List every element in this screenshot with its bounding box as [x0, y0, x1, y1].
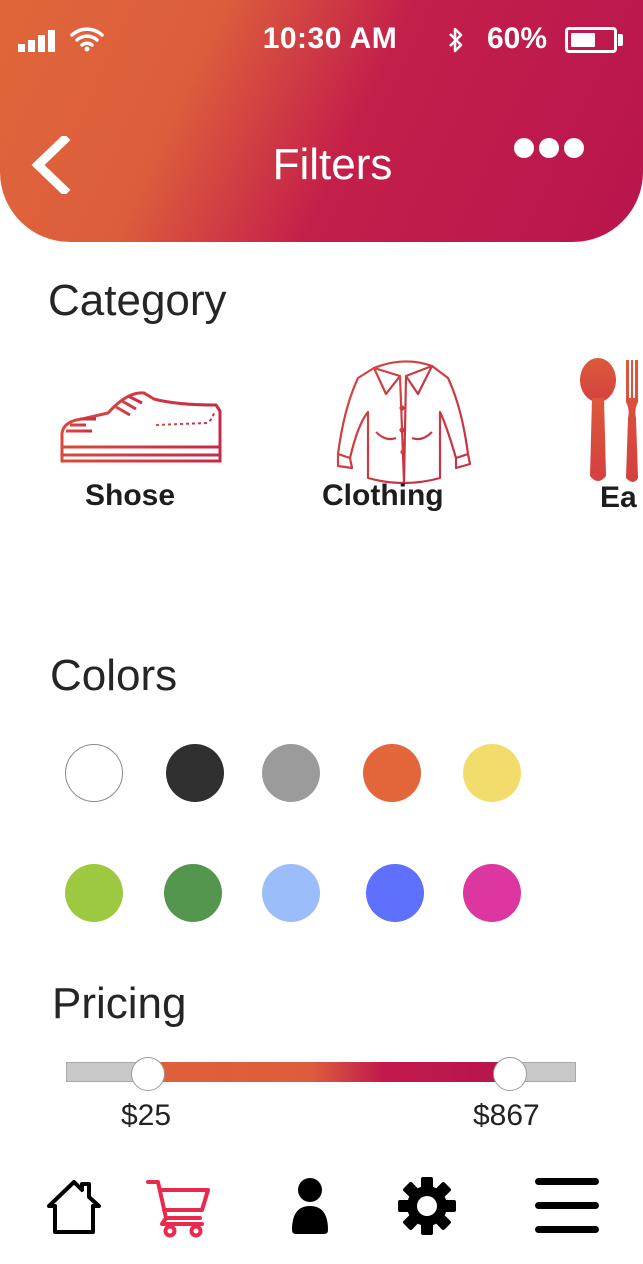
category-item-eat[interactable]: [578, 358, 643, 486]
category-heading: Category: [48, 276, 227, 325]
color-swatch-white[interactable]: [65, 744, 123, 802]
category-label-eat: Ea: [600, 481, 637, 514]
category-item-clothing[interactable]: [336, 358, 472, 486]
price-min-handle[interactable]: [131, 1057, 165, 1091]
gear-icon[interactable]: [398, 1177, 456, 1235]
color-swatch-magenta[interactable]: [463, 864, 521, 922]
color-swatch-yellow[interactable]: [463, 744, 521, 802]
color-swatch-lime[interactable]: [65, 864, 123, 922]
cart-icon[interactable]: [146, 1178, 212, 1238]
bluetooth-icon: [449, 27, 463, 53]
color-swatch-green[interactable]: [164, 864, 222, 922]
colors-heading: Colors: [50, 651, 178, 700]
status-bar: 10:30 AM 60%: [0, 0, 643, 80]
price-range-selected: [148, 1062, 510, 1082]
color-swatch-light-blue[interactable]: [262, 864, 320, 922]
price-min-label: $25: [121, 1099, 172, 1132]
shoe-icon: [60, 391, 222, 463]
price-max-label: $867: [473, 1099, 540, 1132]
category-label-shoes: Shose: [85, 479, 176, 512]
battery-level: [571, 33, 595, 47]
battery-icon: [565, 27, 617, 53]
category-item-shoes[interactable]: [56, 385, 226, 467]
color-swatch-blue[interactable]: [366, 864, 424, 922]
color-swatch-black[interactable]: [166, 744, 224, 802]
color-swatch-gray[interactable]: [262, 744, 320, 802]
shirt-icon: [336, 360, 472, 485]
menu-icon[interactable]: [533, 1176, 601, 1236]
header-bar: 10:30 AM 60% Filters: [0, 0, 643, 242]
color-swatch-orange[interactable]: [363, 744, 421, 802]
pricing-heading: Pricing: [52, 979, 187, 1028]
more-dots-icon[interactable]: [512, 138, 586, 162]
home-icon[interactable]: [45, 1178, 103, 1236]
battery-tip: [618, 34, 623, 46]
price-max-handle[interactable]: [493, 1057, 527, 1091]
user-icon[interactable]: [290, 1176, 330, 1236]
battery-percent: 60%: [487, 22, 548, 55]
category-label-clothing: Clothing: [322, 479, 444, 512]
cutlery-icon: [580, 358, 638, 482]
